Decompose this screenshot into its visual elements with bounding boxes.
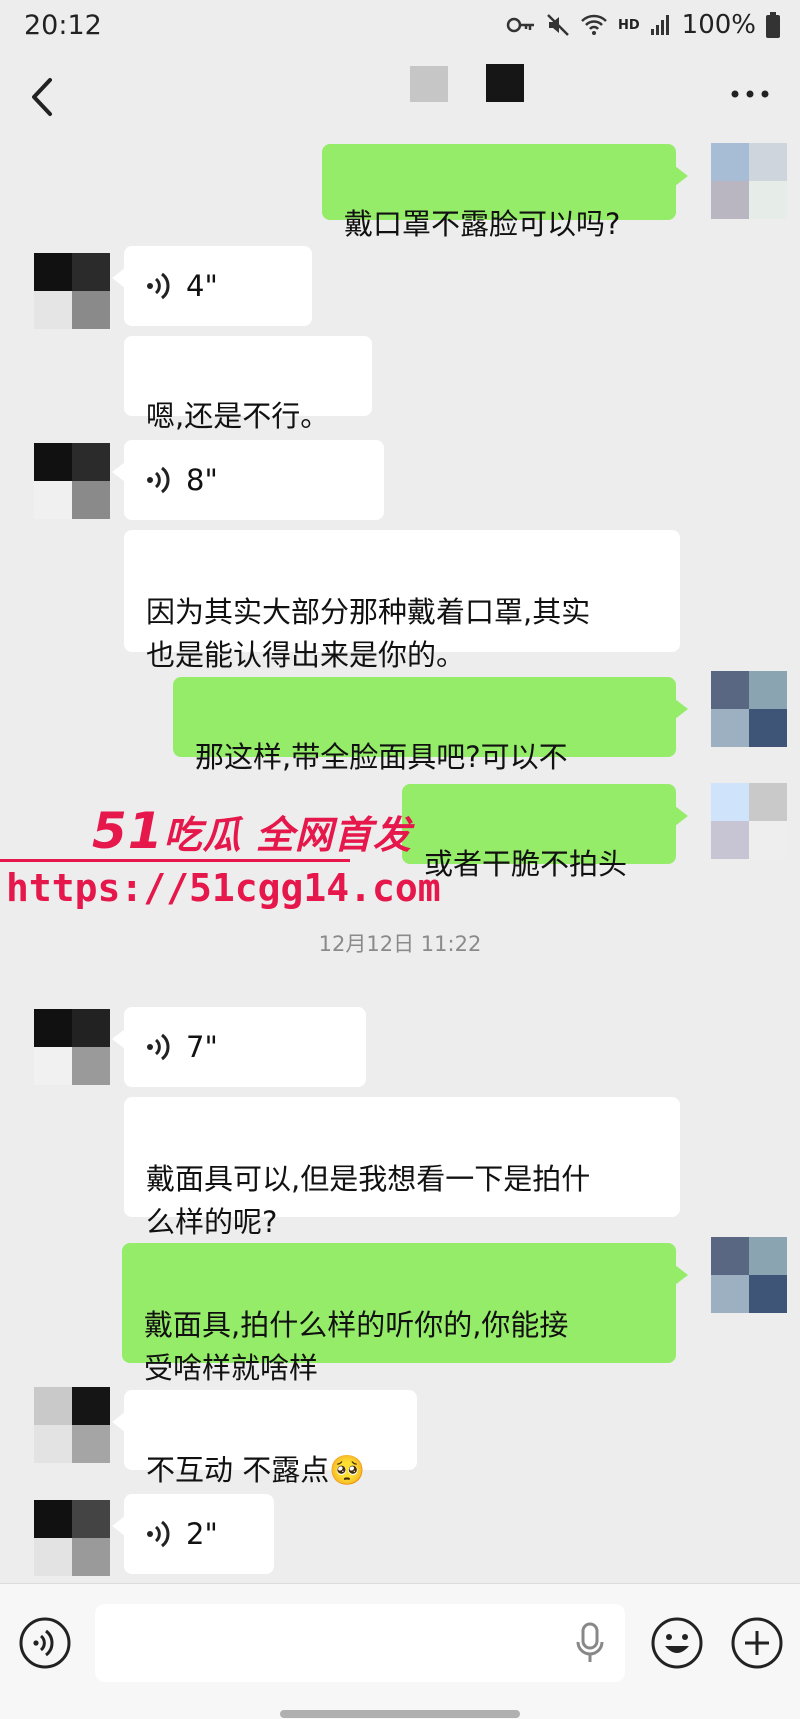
avatar-contact[interactable] [34,1009,110,1085]
status-time: 20:12 [24,10,102,41]
avatar-self[interactable] [711,783,787,859]
message-text: 戴面具,拍什么样的听你的,你能接 受啥样就啥样 [144,1308,569,1385]
message-text: 戴口罩不露脸可以吗? [344,207,621,241]
battery-icon [766,12,780,38]
hd-indicator: HD [617,17,640,33]
voice-wave-icon [147,1520,170,1548]
message-bubble-outgoing[interactable]: 戴面具,拍什么样的听你的,你能接 受啥样就啥样 [122,1243,688,1385]
chat-timestamp: 12月12日 11:22 [318,932,482,956]
watermark-logo: 51吃瓜 全网首发 [92,802,412,860]
voice-wave-icon [147,466,170,494]
watermark-number: 51 [92,802,164,860]
message-bubble-incoming[interactable]: 因为其实大部分那种戴着口罩,其实 也是能认得出来是你的。 [124,530,680,672]
more-icon[interactable] [730,84,770,104]
voice-wave-icon [147,1033,170,1061]
contact-name-redacted [486,64,524,102]
message-text: 那这样,带全脸面具吧?可以不 [195,740,568,774]
avatar-contact[interactable] [34,253,110,329]
message-bubble-outgoing[interactable]: 那这样,带全脸面具吧?可以不 [173,677,688,774]
message-bubble-incoming[interactable]: 戴面具可以,但是我想看一下是拍什 么样的呢? [124,1097,680,1239]
watermark-divider [0,859,350,862]
message-bubble-incoming[interactable]: 嗯,还是不行。 [124,336,372,433]
status-bar: 20:12 HD 100% [0,0,800,54]
key-icon [506,17,534,33]
mute-icon [547,14,569,36]
input-bar [0,1583,800,1719]
voice-duration: 7" [186,1029,218,1064]
voice-message[interactable]: 7" [112,1007,366,1087]
voice-toggle-icon[interactable] [18,1616,72,1670]
avatar-contact[interactable] [34,1500,110,1576]
avatar-contact[interactable] [34,443,110,519]
voice-wave-icon [147,272,170,300]
home-indicator[interactable] [280,1710,520,1718]
mic-icon[interactable] [575,1622,605,1666]
battery-percent: 100% [681,10,756,40]
wifi-icon [581,14,607,35]
voice-duration: 8" [186,462,218,497]
message-text: 嗯,还是不行。 [146,399,330,433]
status-icons: HD 100% [506,10,780,40]
message-input[interactable] [95,1604,625,1682]
voice-duration: 4" [186,268,218,303]
watermark-brand: 吃瓜 全网首发 [163,813,412,857]
avatar-self[interactable] [711,1237,787,1313]
message-bubble-incoming[interactable]: 不互动 不露点🥺 [112,1390,417,1487]
chat-header [0,54,800,140]
message-bubble-outgoing[interactable]: 或者干脆不拍头 [402,784,688,881]
back-icon[interactable] [22,72,62,122]
message-text: 因为其实大部分那种戴着口罩,其实 也是能认得出来是你的。 [146,595,591,672]
voice-message[interactable]: 4" [112,246,312,326]
add-icon[interactable] [730,1616,784,1670]
voice-message[interactable]: 8" [112,440,384,520]
watermark-url: https://51cgg14.com [6,866,441,910]
contact-name-redacted [410,66,448,102]
avatar-self[interactable] [711,143,787,219]
avatar-self[interactable] [711,671,787,747]
emoji-icon[interactable] [650,1616,704,1670]
voice-message[interactable]: 2" [112,1494,274,1574]
message-bubble-outgoing[interactable]: 戴口罩不露脸可以吗? [322,144,688,241]
avatar-contact[interactable] [34,1387,110,1463]
signal-icon [650,15,669,35]
message-text: 或者干脆不拍头 [424,847,628,881]
message-text: 不互动 不露点🥺 [146,1453,366,1487]
message-text: 戴面具可以,但是我想看一下是拍什 么样的呢? [146,1162,591,1239]
voice-duration: 2" [186,1516,218,1551]
